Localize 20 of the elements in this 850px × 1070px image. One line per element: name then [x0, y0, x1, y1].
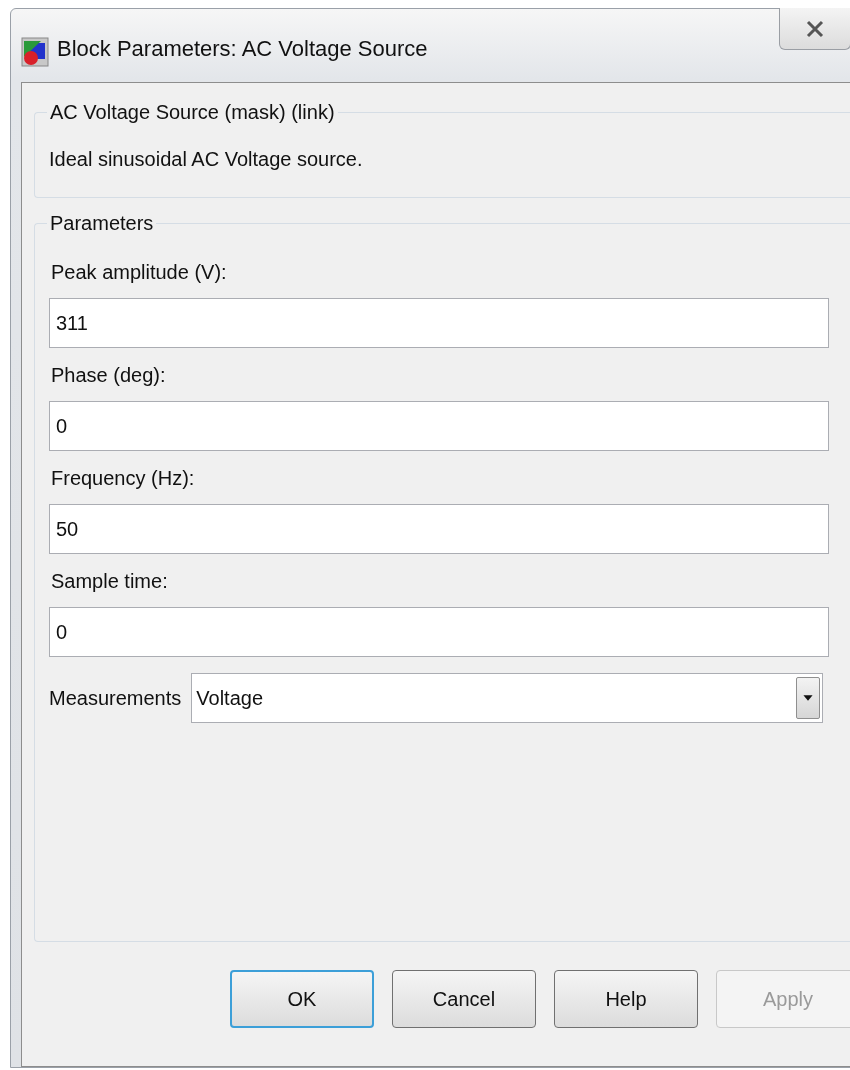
input-field[interactable]: 0 [49, 607, 829, 657]
window-title: Block Parameters: AC Voltage Source [57, 37, 428, 61]
description-text: Ideal sinusoidal AC Voltage source. [49, 147, 364, 172]
field-label: Sample time: [51, 570, 169, 593]
measurements-dropdown[interactable]: Voltage [191, 673, 824, 723]
field-label: Peak amplitude (V): [51, 261, 228, 284]
input-field[interactable]: 0 [49, 401, 829, 451]
field-label: Measurements [49, 686, 182, 710]
block-icon [21, 37, 49, 67]
dialog-button[interactable]: OK [230, 970, 374, 1028]
field-label: Phase (deg): [51, 364, 167, 387]
dialog-button[interactable]: Cancel [392, 970, 536, 1028]
close-button[interactable] [779, 8, 850, 50]
group-title: AC Voltage Source (mask) (link) [49, 101, 336, 124]
field-label: Frequency (Hz): [51, 467, 196, 490]
close-icon [806, 19, 824, 38]
group-title: Parameters [49, 212, 155, 235]
input-field[interactable]: 50 [49, 504, 829, 554]
dialog-button[interactable]: Help [554, 970, 698, 1028]
input-field[interactable]: 311 [49, 298, 829, 348]
